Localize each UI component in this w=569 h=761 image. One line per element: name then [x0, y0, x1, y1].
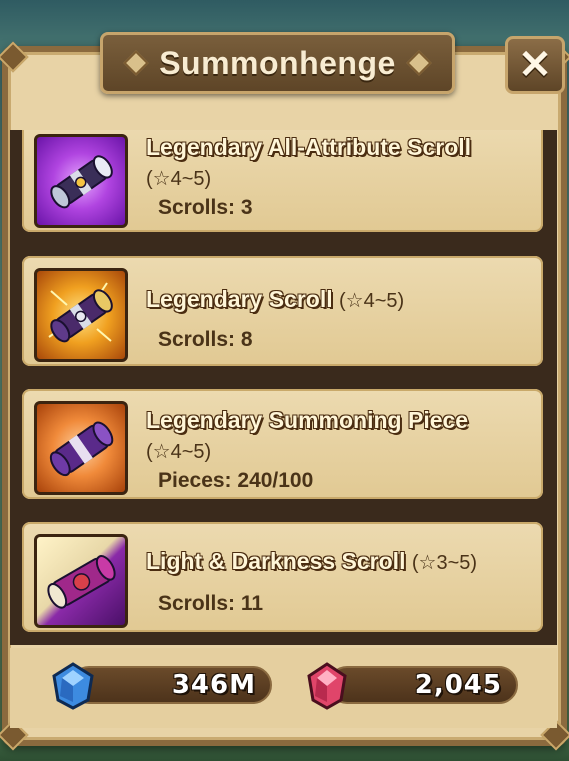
list-item[interactable]: Legendary All-Attribute Scroll (☆4~5) Sc… — [22, 130, 543, 232]
scroll-list[interactable]: Legendary All-Attribute Scroll (☆4~5) Sc… — [10, 130, 557, 645]
light-darkness-scroll-icon — [34, 534, 128, 628]
item-name: Legendary Scroll (☆4~5) — [146, 286, 405, 313]
diamond-ornament-icon — [123, 50, 149, 76]
item-name: Legendary All-Attribute Scroll — [145, 134, 472, 161]
item-grade: (☆3~5) — [411, 552, 478, 574]
close-icon: ✕ — [518, 43, 552, 87]
legendary-scroll-icon — [34, 268, 128, 362]
item-count: Scrolls: 11 — [158, 592, 264, 615]
item-name: Light & Darkness Scroll (☆3~5) — [145, 548, 478, 575]
item-count: Scrolls: 3 — [158, 196, 253, 219]
mana-crystal-icon — [52, 662, 94, 710]
close-button[interactable]: ✕ — [505, 36, 565, 94]
item-grade: (☆4~5) — [339, 290, 405, 312]
list-item[interactable]: Legendary Scroll (☆4~5) Scrolls: 8 — [22, 256, 543, 366]
item-grade: (☆4~5) — [146, 168, 212, 190]
mana-value: 346M — [171, 670, 256, 700]
page-title: Summonhenge — [159, 44, 396, 81]
crystal-currency: 2,045 — [328, 666, 518, 704]
diamond-ornament-icon — [406, 50, 432, 76]
item-title: Legendary Scroll — [146, 286, 334, 313]
mana-currency: 346M — [70, 666, 272, 704]
list-item[interactable]: Legendary Summoning Piece (☆4~5) Pieces:… — [22, 389, 543, 499]
item-title: Light & Darkness Scroll — [145, 548, 406, 575]
all-attribute-scroll-icon — [34, 134, 128, 228]
summoning-piece-icon — [34, 401, 128, 495]
crystal-gem-icon — [307, 662, 347, 710]
item-name: Legendary Summoning Piece — [145, 407, 469, 434]
item-count: Scrolls: 8 — [158, 328, 253, 351]
item-count: Pieces: 240/100 — [158, 469, 314, 492]
item-grade: (☆4~5) — [146, 441, 212, 463]
crystal-value: 2,045 — [414, 670, 502, 700]
list-item[interactable]: Light & Darkness Scroll (☆3~5) Scrolls: … — [22, 522, 543, 632]
title-plate: Summonhenge — [100, 32, 455, 94]
